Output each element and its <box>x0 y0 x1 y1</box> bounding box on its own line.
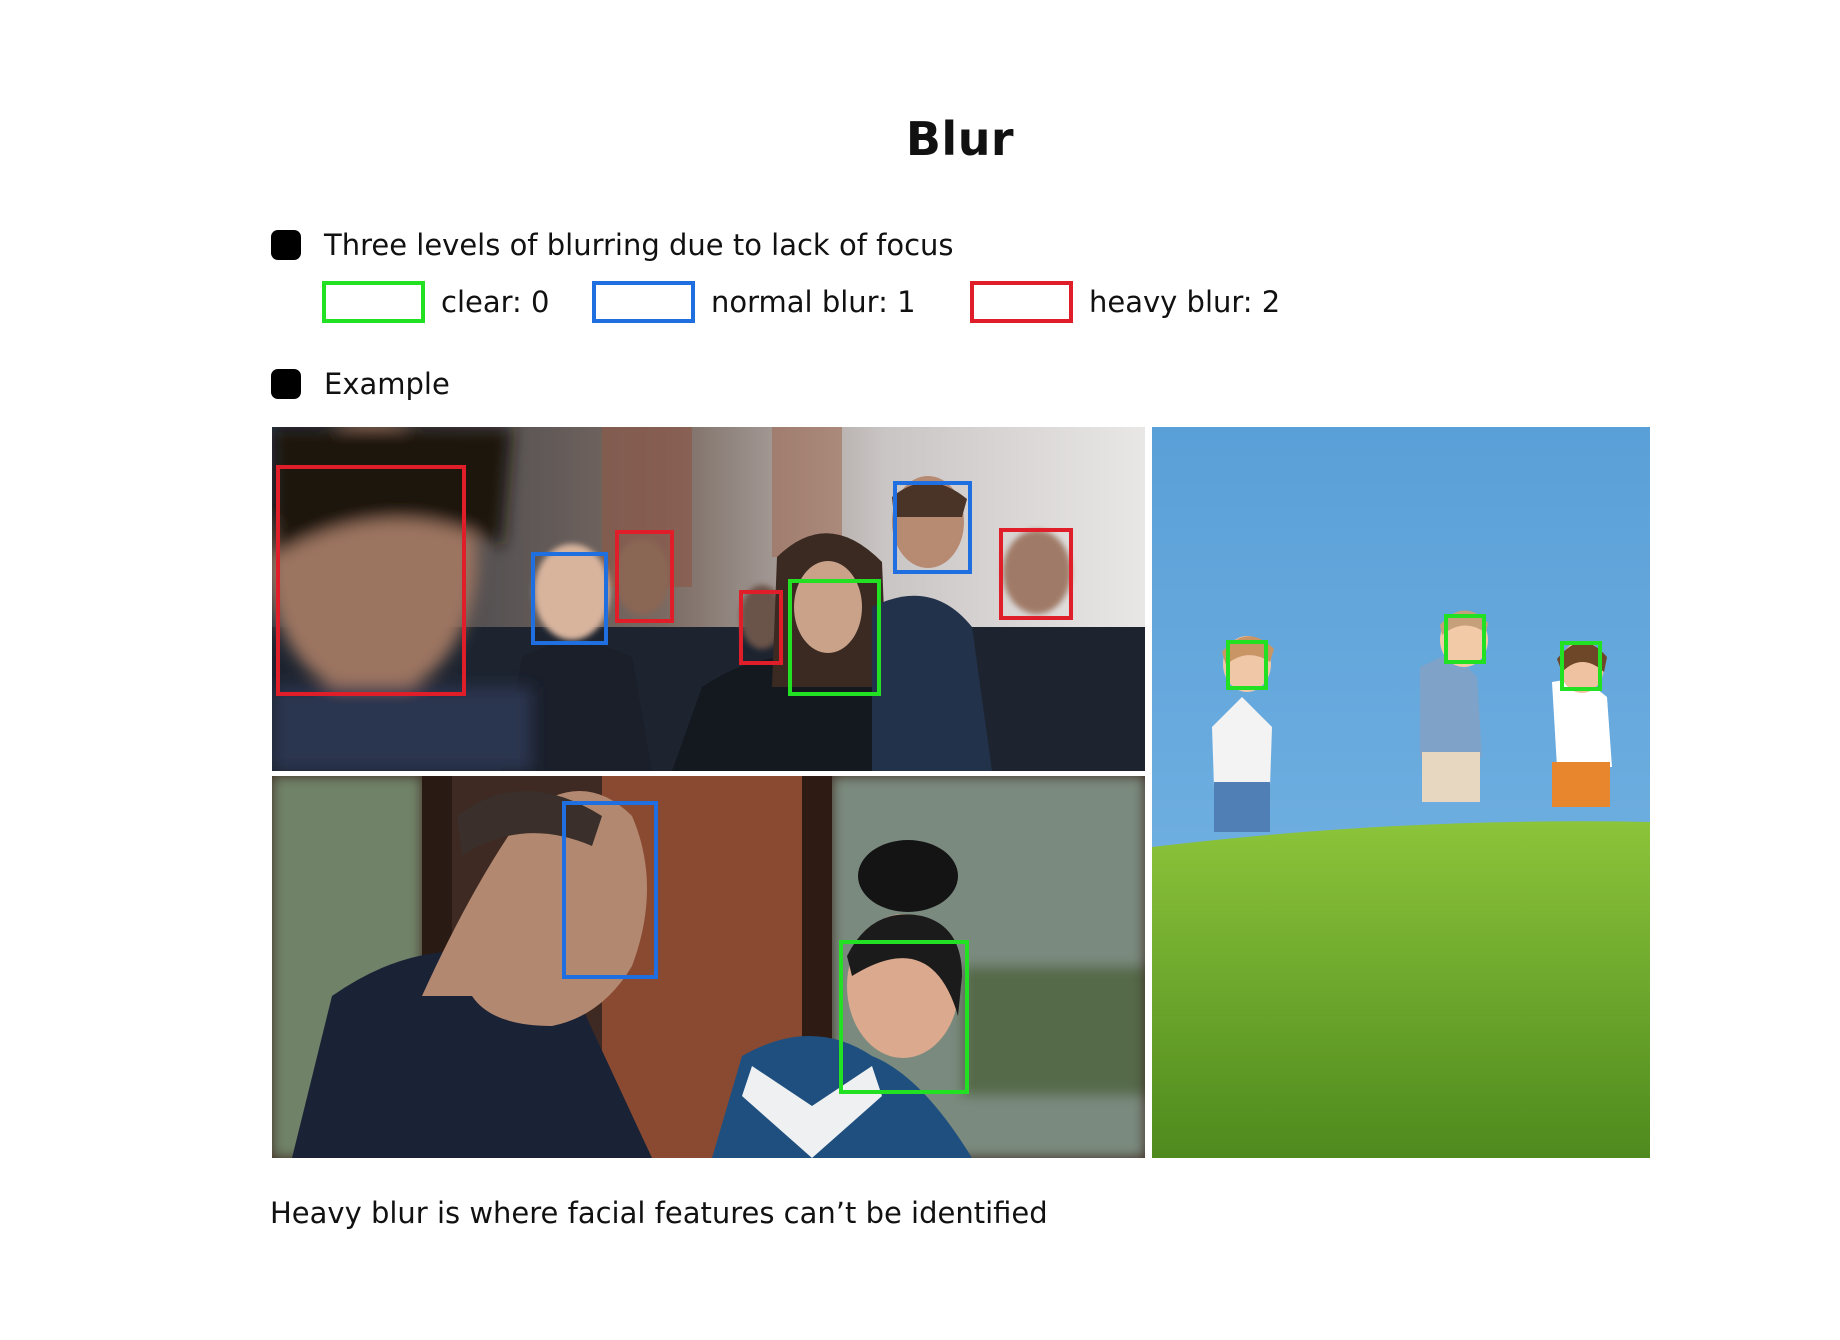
face-box-normal <box>531 552 608 645</box>
bullet-icon <box>271 230 301 260</box>
bullet-levels-text: Three levels of blurring due to lack of … <box>324 228 954 262</box>
kids-on-grass-image <box>1152 427 1650 1158</box>
bullet-icon <box>271 369 301 399</box>
legend-item-heavy: heavy blur: 2 <box>970 281 1280 323</box>
face-box-clear <box>1226 640 1268 690</box>
legend-swatch-normal <box>592 281 695 323</box>
face-box-clear <box>788 579 881 696</box>
face-box-normal <box>893 481 972 574</box>
face-box-heavy <box>615 530 674 623</box>
page-title: Blur <box>905 112 1015 166</box>
kimono-pair-image <box>272 776 1145 1158</box>
legend-swatch-heavy <box>970 281 1073 323</box>
face-box-normal <box>562 801 658 979</box>
face-box-clear <box>1444 614 1486 664</box>
face-box-heavy <box>276 465 466 696</box>
bullet-example-text: Example <box>324 367 450 401</box>
photo-kimono-pair <box>272 776 1145 1158</box>
legend-item-clear: clear: 0 <box>322 281 592 323</box>
caption-text: Heavy blur is where facial features can’… <box>270 1196 1048 1230</box>
legend-label-normal: normal blur: 1 <box>711 285 916 319</box>
legend-swatch-clear <box>322 281 425 323</box>
legend-item-normal: normal blur: 1 <box>592 281 970 323</box>
photo-street-crowd <box>272 427 1145 771</box>
face-box-clear <box>839 940 969 1094</box>
legend-label-heavy: heavy blur: 2 <box>1089 285 1281 319</box>
bullet-example: Example <box>271 367 450 401</box>
face-box-clear <box>1560 641 1602 691</box>
face-box-heavy <box>739 590 783 665</box>
legend-label-clear: clear: 0 <box>441 285 550 319</box>
bullet-levels: Three levels of blurring due to lack of … <box>271 228 954 262</box>
face-box-heavy <box>999 528 1073 620</box>
blur-legend: clear: 0 normal blur: 1 heavy blur: 2 <box>322 278 1280 326</box>
photo-kids-on-grass <box>1152 427 1650 1158</box>
